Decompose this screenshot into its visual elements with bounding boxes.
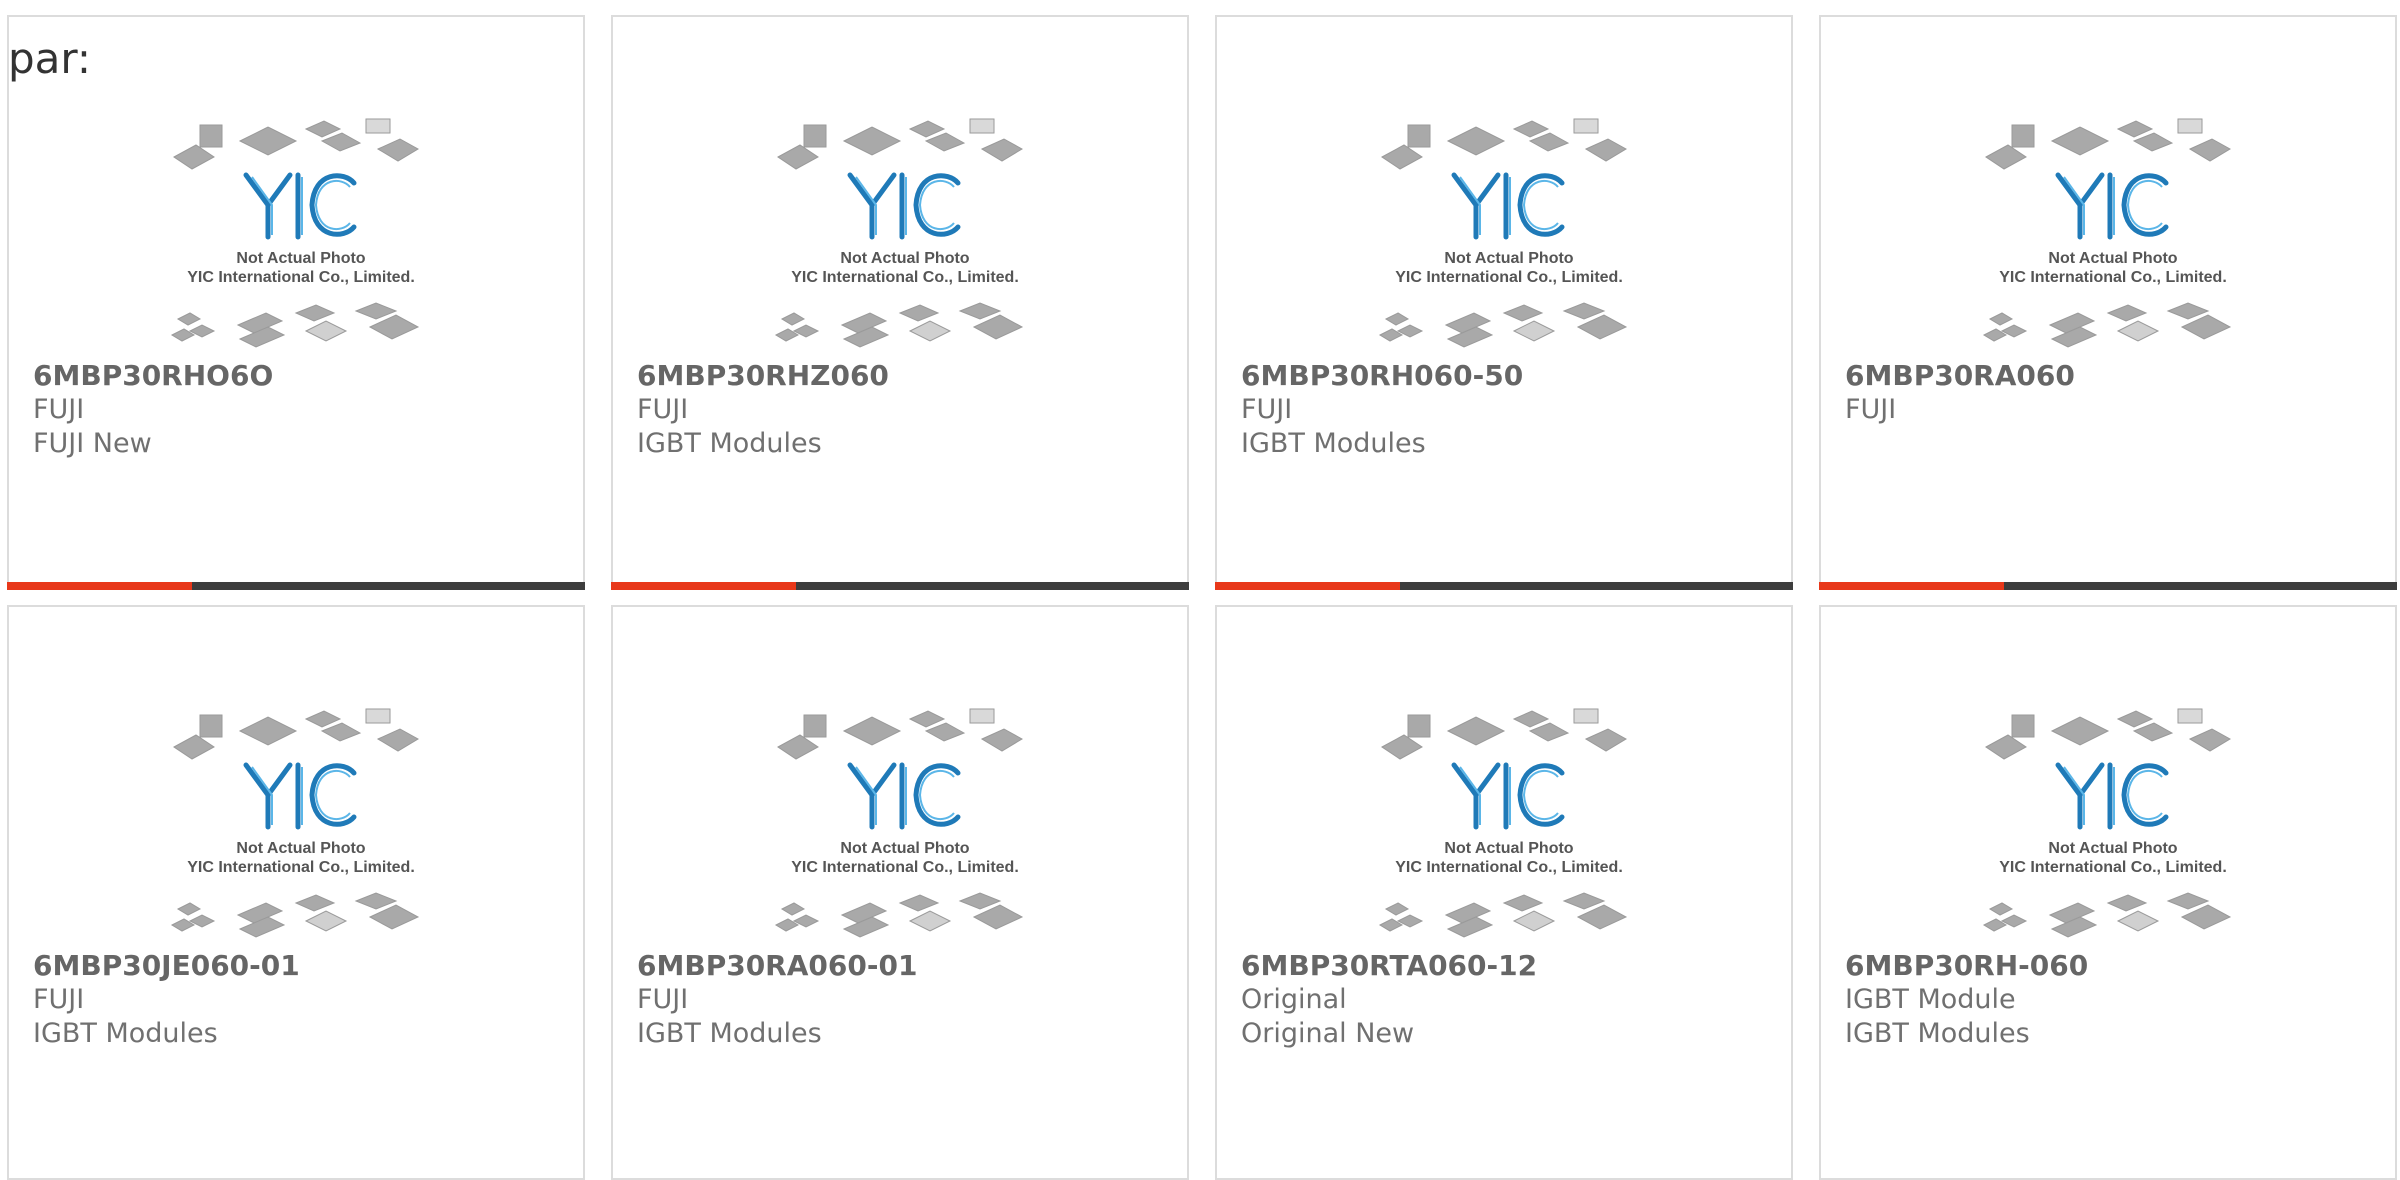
- placeholder-caption-1: Not Actual Photo: [1444, 840, 1573, 857]
- placeholder-caption-2: YIC International Co., Limited.: [187, 269, 415, 286]
- product-info: 6MBP30RA060-01 FUJI IGBT Modules: [637, 949, 1177, 1051]
- part-number-link[interactable]: 6MBP30JE060-01: [33, 949, 573, 983]
- product-card[interactable]: Not Actual Photo YIC International Co., …: [7, 605, 585, 1180]
- description-label: IGBT Modules: [1845, 1018, 2030, 1049]
- description-label: IGBT Modules: [33, 1018, 218, 1049]
- part-number-link[interactable]: 6MBP30RTA060-12: [1241, 949, 1781, 983]
- card-progress-fill: [7, 582, 192, 590]
- part-number-link[interactable]: 6MBP30RHZ060: [637, 359, 1177, 393]
- part-number-link[interactable]: 6MBP30RHO6O: [33, 359, 573, 393]
- placeholder-caption-1: Not Actual Photo: [1444, 250, 1573, 267]
- product-card[interactable]: Not Actual Photo YIC International Co., …: [1215, 15, 1793, 590]
- manufacturer-label: FUJI: [1845, 394, 1897, 425]
- placeholder-caption-2: YIC International Co., Limited.: [1395, 859, 1623, 876]
- manufacturer-label: FUJI: [637, 984, 689, 1015]
- product-card[interactable]: Not Actual Photo YIC International Co., …: [611, 605, 1189, 1180]
- description-label: FUJI New: [33, 428, 152, 459]
- product-placeholder-image[interactable]: Not Actual Photo YIC International Co., …: [760, 105, 1050, 355]
- product-placeholder-image[interactable]: Not Actual Photo YIC International Co., …: [156, 105, 446, 355]
- placeholder-caption-2: YIC International Co., Limited.: [1395, 269, 1623, 286]
- placeholder-caption-2: YIC International Co., Limited.: [791, 269, 1019, 286]
- product-info: 6MBP30RH-060 IGBT Module IGBT Modules: [1845, 949, 2385, 1051]
- placeholder-caption-1: Not Actual Photo: [236, 250, 365, 267]
- card-progress-bar: [611, 582, 1189, 590]
- product-info: 6MBP30RTA060-12 Original Original New: [1241, 949, 1781, 1051]
- manufacturer-label: Original: [1241, 984, 1347, 1015]
- product-placeholder-image[interactable]: Not Actual Photo YIC International Co., …: [1364, 695, 1654, 945]
- placeholder-caption-1: Not Actual Photo: [236, 840, 365, 857]
- product-card[interactable]: Not Actual Photo YIC International Co., …: [1819, 605, 2397, 1180]
- product-info: 6MBP30RHO6O FUJI FUJI New: [33, 359, 573, 461]
- product-info: 6MBP30JE060-01 FUJI IGBT Modules: [33, 949, 573, 1051]
- product-placeholder-image[interactable]: Not Actual Photo YIC International Co., …: [1968, 105, 2258, 355]
- placeholder-caption-1: Not Actual Photo: [2048, 250, 2177, 267]
- description-label: IGBT Modules: [1241, 428, 1426, 459]
- product-card[interactable]: Not Actual Photo YIC International Co., …: [1819, 15, 2397, 590]
- product-card[interactable]: Not Actual Photo YIC International Co., …: [1215, 605, 1793, 1180]
- placeholder-caption-1: Not Actual Photo: [840, 840, 969, 857]
- description-label: IGBT Modules: [637, 428, 822, 459]
- manufacturer-label: IGBT Module: [1845, 984, 2016, 1015]
- card-progress-bar: [7, 582, 585, 590]
- placeholder-caption-1: Not Actual Photo: [840, 250, 969, 267]
- manufacturer-label: FUJI: [33, 394, 85, 425]
- product-placeholder-image[interactable]: Not Actual Photo YIC International Co., …: [156, 695, 446, 945]
- description-label: Original New: [1241, 1018, 1415, 1049]
- part-number-link[interactable]: 6MBP30RA060-01: [637, 949, 1177, 983]
- manufacturer-label: FUJI: [637, 394, 689, 425]
- product-info: 6MBP30RH060-50 FUJI IGBT Modules: [1241, 359, 1781, 461]
- product-info: 6MBP30RA060 FUJI: [1845, 359, 2385, 427]
- product-placeholder-image[interactable]: Not Actual Photo YIC International Co., …: [1968, 695, 2258, 945]
- product-placeholder-image[interactable]: Not Actual Photo YIC International Co., …: [760, 695, 1050, 945]
- placeholder-caption-2: YIC International Co., Limited.: [791, 859, 1019, 876]
- card-progress-fill: [611, 582, 796, 590]
- product-card[interactable]: Not Actual Photo YIC International Co., …: [7, 15, 585, 590]
- product-info: 6MBP30RHZ060 FUJI IGBT Modules: [637, 359, 1177, 461]
- card-progress-fill: [1215, 582, 1400, 590]
- placeholder-caption-2: YIC International Co., Limited.: [1999, 269, 2227, 286]
- page-prefix-text: par:: [8, 34, 92, 83]
- part-number-link[interactable]: 6MBP30RH-060: [1845, 949, 2385, 983]
- manufacturer-label: FUJI: [33, 984, 85, 1015]
- placeholder-caption-1: Not Actual Photo: [2048, 840, 2177, 857]
- part-number-link[interactable]: 6MBP30RH060-50: [1241, 359, 1781, 393]
- product-placeholder-image[interactable]: Not Actual Photo YIC International Co., …: [1364, 105, 1654, 355]
- description-label: IGBT Modules: [637, 1018, 822, 1049]
- card-progress-bar: [1819, 582, 2397, 590]
- placeholder-caption-2: YIC International Co., Limited.: [1999, 859, 2227, 876]
- card-progress-bar: [1215, 582, 1793, 590]
- manufacturer-label: FUJI: [1241, 394, 1293, 425]
- placeholder-caption-2: YIC International Co., Limited.: [187, 859, 415, 876]
- card-progress-fill: [1819, 582, 2004, 590]
- product-card[interactable]: Not Actual Photo YIC International Co., …: [611, 15, 1189, 590]
- part-number-link[interactable]: 6MBP30RA060: [1845, 359, 2385, 393]
